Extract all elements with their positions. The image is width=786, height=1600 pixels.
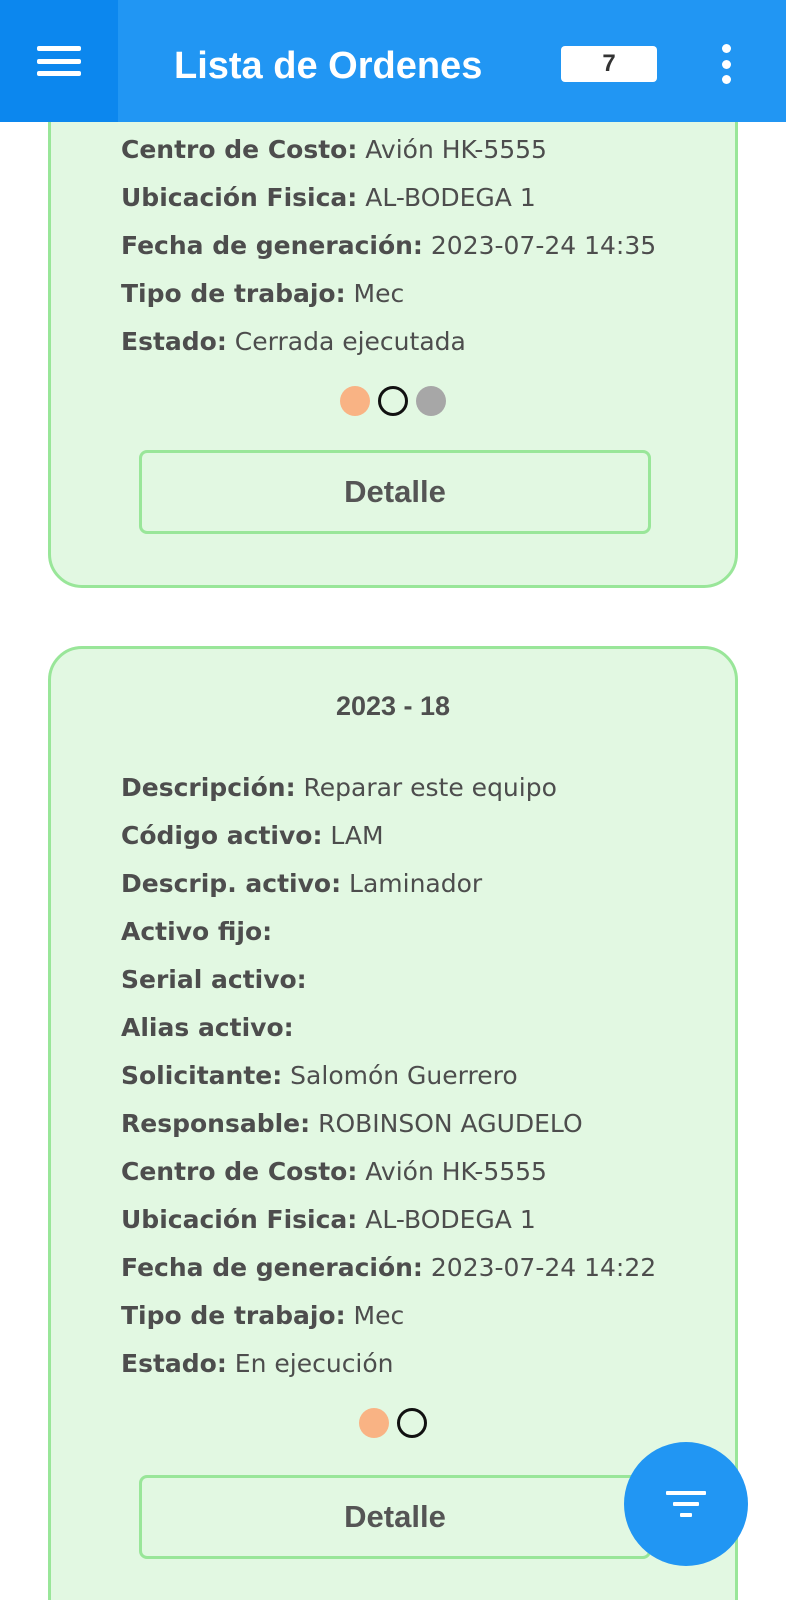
field-centro-costo: Centro de Costo: Avión HK-5555 — [121, 135, 547, 164]
status-dot-orange — [359, 1408, 389, 1438]
status-dot-grey — [416, 386, 446, 416]
field-ubicacion: Ubicación Fisica: AL-BODEGA 1 — [121, 183, 536, 212]
field-serial-activo: Serial activo: — [121, 965, 307, 994]
more-vertical-icon[interactable] — [716, 44, 736, 84]
order-list-screen: Centro de Costo: Avión HK-5555 Ubicación… — [0, 0, 786, 1600]
status-indicator — [51, 1408, 735, 1438]
field-centro-costo: Centro de Costo: Avión HK-5555 — [121, 1157, 547, 1186]
field-estado: Estado: En ejecución — [121, 1349, 394, 1378]
field-tipo-trabajo: Tipo de trabajo: Mec — [121, 279, 405, 308]
app-bar: Lista de Ordenes 7 — [0, 0, 786, 122]
order-number: 2023 - 18 — [335, 691, 451, 721]
field-fecha: Fecha de generación: 2023-07-24 14:35 — [121, 231, 657, 260]
field-codigo-activo: Código activo: LAM — [121, 821, 384, 850]
order-card: 2023 - 18 Descripción: Reparar este equi… — [48, 646, 738, 1600]
field-solicitante: Solicitante: Salomón Guerrero — [121, 1061, 518, 1090]
field-activo-fijo: Activo fijo: — [121, 917, 273, 946]
field-descrip-activo: Descrip. activo: Laminador — [121, 869, 483, 898]
status-indicator — [51, 386, 735, 416]
field-tipo-trabajo: Tipo de trabajo: Mec — [121, 1301, 405, 1330]
field-descripcion: Descripción: Reparar este equipo — [121, 773, 557, 802]
field-fecha: Fecha de generación: 2023-07-24 14:22 — [121, 1253, 657, 1282]
filter-button[interactable] — [624, 1442, 748, 1566]
status-dot-outline — [397, 1408, 427, 1438]
field-ubicacion: Ubicación Fisica: AL-BODEGA 1 — [121, 1205, 536, 1234]
order-count-badge: 7 — [561, 46, 657, 82]
page-title: Lista de Ordenes — [174, 45, 483, 87]
hamburger-menu-icon — [37, 46, 81, 76]
field-alias-activo: Alias activo: — [121, 1013, 294, 1042]
field-estado: Estado: Cerrada ejecutada — [121, 327, 466, 356]
filter-icon — [666, 1491, 706, 1517]
status-dot-outline — [378, 386, 408, 416]
status-dot-orange — [340, 386, 370, 416]
field-responsable: Responsable: ROBINSON AGUDELO — [121, 1109, 583, 1138]
menu-button[interactable] — [0, 0, 118, 122]
detail-button[interactable]: Detalle — [139, 450, 651, 534]
detail-button[interactable]: Detalle — [139, 1475, 651, 1559]
